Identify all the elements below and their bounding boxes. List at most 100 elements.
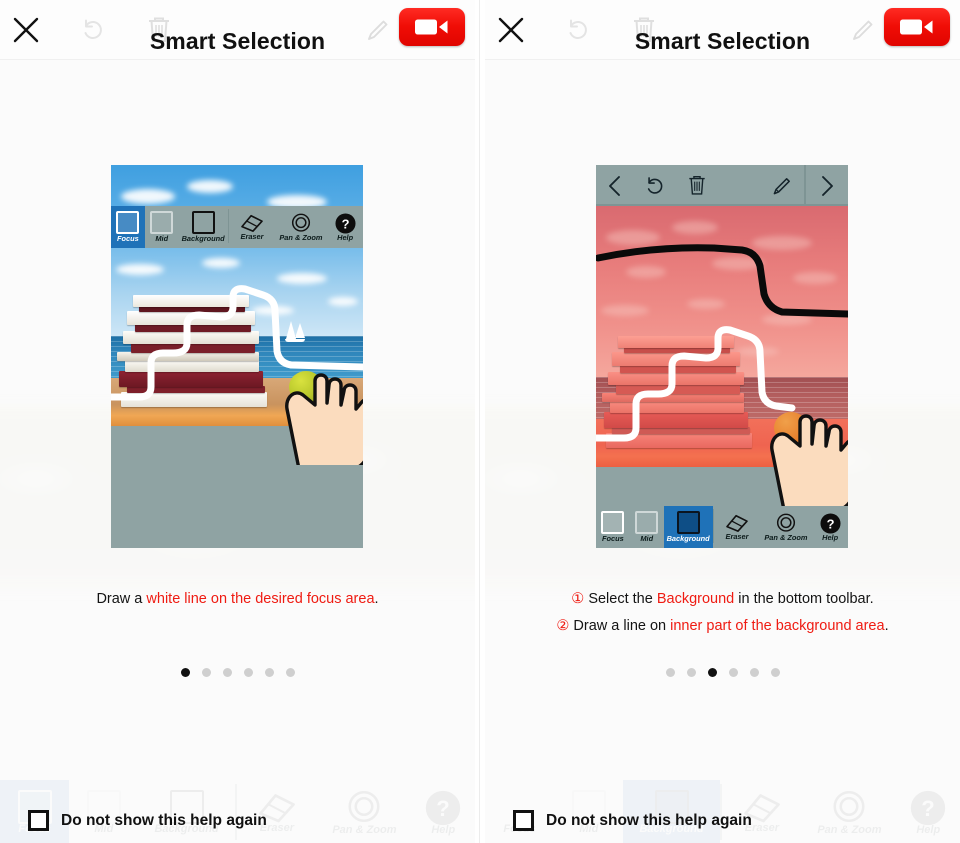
step-number-2: ②: [556, 618, 570, 634]
page-title: Smart Selection: [634, 28, 811, 54]
preview-tool-eraser[interactable]: Eraser: [714, 506, 759, 548]
help-panel-2: Smart Selection Focus Mid Background Era…: [485, 0, 960, 843]
pan-zoom-icon: [830, 790, 868, 826]
undo-icon: [644, 175, 666, 197]
panel-1-app-preview: Focus Mid Background Eraser Pan & Zoom ?…: [111, 165, 363, 548]
preview-forward-button[interactable]: [804, 165, 848, 206]
panel-1-bottom-bar: Focus Mid Background Eraser: [0, 780, 475, 843]
caption-highlight: Background: [656, 591, 735, 607]
svg-text:?: ?: [341, 216, 349, 231]
help-overlay-screen: Smart Selection Focus Mid Background Era…: [0, 0, 960, 843]
svg-text:?: ?: [826, 516, 834, 531]
preview-tool-focus[interactable]: Focus: [111, 206, 145, 248]
pointing-hand-illustration: [281, 351, 363, 465]
panel-1-page-dots[interactable]: [0, 668, 475, 677]
eraser-icon: [725, 513, 749, 533]
step-number-1: ①: [571, 591, 585, 607]
do-not-show-again-label: Do not show this help again: [546, 811, 752, 829]
page-dot[interactable]: [243, 668, 253, 677]
eraser-icon: [240, 213, 264, 233]
caption-highlight: inner part of the background area: [670, 618, 885, 634]
trash-icon: [687, 174, 707, 197]
panel-1-header: Smart Selection: [0, 0, 475, 60]
panel-2-caption-line-2: ② Draw a line on inner part of the backg…: [485, 613, 960, 640]
pan-zoom-icon: [290, 213, 312, 234]
help-icon: ?: [335, 212, 356, 234]
pointing-hand-illustration: [766, 392, 848, 506]
preview-bottom-toolbar: Focus Mid Background Eraser Pan & Zoom ?…: [111, 206, 363, 248]
book-stack: [602, 336, 752, 448]
svg-text:?: ?: [922, 796, 936, 821]
page-dot[interactable]: [180, 668, 190, 677]
caption-text: Select the: [584, 591, 657, 607]
page-dot[interactable]: [686, 668, 696, 677]
ghost-tool-pan-zoom: Pan & Zoom: [802, 780, 896, 843]
preview-tool-background[interactable]: Background: [179, 206, 228, 248]
page-dot[interactable]: [749, 668, 759, 677]
page-dot[interactable]: [222, 668, 232, 677]
page-dot[interactable]: [264, 668, 274, 677]
panel-2-header: Smart Selection: [485, 0, 960, 60]
square-outline-icon: [601, 511, 625, 534]
square-outline-icon: [191, 211, 215, 234]
help-icon: ?: [425, 790, 461, 826]
square-outline-icon: [635, 511, 659, 534]
panel-2-caption-line-1: ① Select the Background in the bottom to…: [485, 586, 960, 613]
panel-2-bottom-bar: Focus Mid Background Eraser: [485, 780, 960, 843]
chevron-right-icon: [819, 175, 835, 197]
panel-2-page-dots[interactable]: [485, 668, 960, 677]
do-not-show-again-checkbox[interactable]: [28, 810, 49, 831]
page-dot[interactable]: [285, 668, 295, 677]
caption-highlight: white line on the desired focus area: [146, 591, 375, 607]
book-stack: [117, 295, 267, 407]
page-dot[interactable]: [728, 668, 738, 677]
preview-bottom-toolbar: Focus Mid Background Eraser Pan & Zoom ?…: [596, 506, 848, 548]
caption-text-end: .: [374, 591, 379, 607]
do-not-show-again-label: Do not show this help again: [61, 811, 267, 829]
page-dot[interactable]: [770, 668, 780, 677]
preview-trash-button[interactable]: [676, 165, 718, 206]
do-not-show-again-row[interactable]: Do not show this help again: [513, 810, 752, 831]
page-title: Smart Selection: [149, 28, 326, 54]
do-not-show-again-checkbox[interactable]: [513, 810, 534, 831]
caption-text-end: in the bottom toolbar.: [734, 591, 874, 607]
sailboat: [283, 321, 307, 343]
page-dot[interactable]: [707, 668, 717, 677]
panel-2-app-preview: Focus Mid Background Eraser Pan & Zoom ?…: [596, 165, 848, 548]
panel-2-caption: ① Select the Background in the bottom to…: [485, 586, 960, 640]
panel-divider: [475, 0, 485, 843]
help-panel-1: Smart Selection Focus Mid Background Era…: [0, 0, 475, 843]
do-not-show-again-row[interactable]: Do not show this help again: [28, 810, 267, 831]
preview-pencil-button[interactable]: [760, 165, 804, 206]
svg-text:?: ?: [437, 796, 451, 821]
pan-zoom-icon: [345, 790, 383, 826]
square-outline-icon: [150, 211, 174, 234]
preview-top-toolbar: [596, 165, 848, 206]
ghost-tool-pan-zoom: Pan & Zoom: [317, 780, 411, 843]
square-outline-icon: [676, 511, 700, 534]
preview-tool-mid[interactable]: Mid: [145, 206, 179, 248]
preview-tool-mid[interactable]: Mid: [630, 506, 664, 548]
preview-tool-eraser[interactable]: Eraser: [229, 206, 274, 248]
preview-tool-help[interactable]: ? Help: [327, 206, 363, 248]
preview-undo-button[interactable]: [634, 165, 676, 206]
preview-back-button[interactable]: [596, 165, 634, 206]
help-icon: ?: [820, 512, 841, 534]
caption-text: Draw a line on: [569, 618, 671, 634]
pan-zoom-icon: [775, 513, 797, 534]
ghost-tool-help: ? Help: [897, 780, 960, 843]
preview-tool-background[interactable]: Background: [663, 506, 713, 548]
preview-tool-focus[interactable]: Focus: [596, 506, 630, 548]
caption-text: Draw a: [96, 591, 147, 607]
chevron-left-icon: [607, 175, 623, 197]
page-dot[interactable]: [201, 668, 211, 677]
caption-text-end: .: [884, 618, 889, 634]
ghost-tool-help: ? Help: [412, 780, 475, 843]
preview-tool-help[interactable]: ? Help: [812, 506, 848, 548]
panel-1-caption: Draw a white line on the desired focus a…: [0, 586, 475, 613]
preview-photo-background-mask[interactable]: [596, 206, 848, 506]
preview-tool-pan-zoom[interactable]: Pan & Zoom: [760, 506, 813, 548]
preview-tool-pan-zoom[interactable]: Pan & Zoom: [275, 206, 328, 248]
page-dot[interactable]: [665, 668, 675, 677]
pencil-icon: [771, 175, 793, 197]
